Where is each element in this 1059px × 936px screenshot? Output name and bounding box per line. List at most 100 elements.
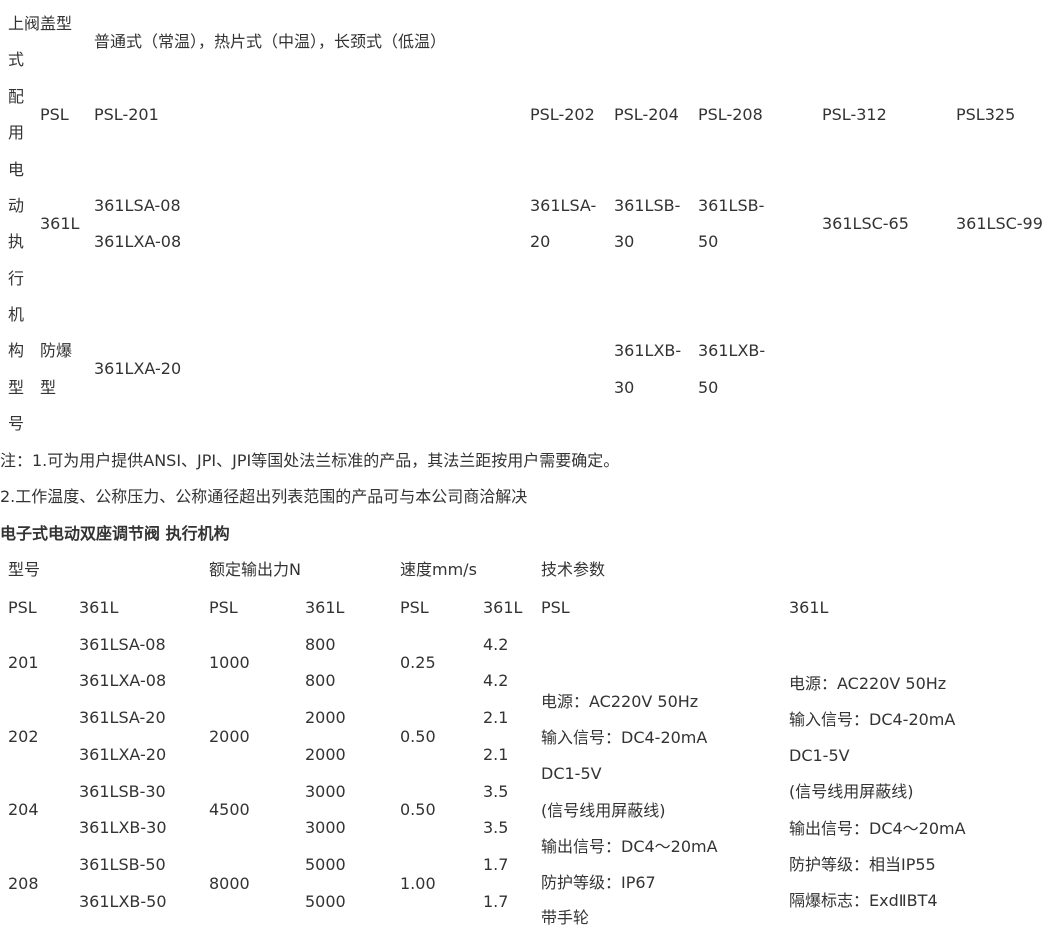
title-char: 执 [8, 232, 25, 251]
tech-line: 防护等级：相当IP55 [789, 855, 936, 874]
l361-model: 361LSB- [614, 196, 681, 215]
l361-model: 361LSA-08 [94, 196, 181, 215]
cell-speed-361: 3.5 [483, 818, 509, 837]
subheader: 361L [483, 598, 523, 617]
psl-label: PSL [40, 105, 69, 124]
cell-speed-psl: 0.50 [400, 800, 436, 819]
header-force: 额定输出力N [209, 560, 301, 579]
cell-speed-psl: 0.25 [400, 653, 436, 672]
explosion-model: 361LXB- [698, 341, 766, 360]
explosion-label: 型 [40, 378, 57, 397]
l361-model: 20 [530, 232, 551, 251]
explosion-model: 361LXB- [614, 341, 682, 360]
psl-model: PSL-201 [94, 105, 159, 124]
tech-line: DC1-5V [541, 764, 602, 783]
l361-model: 361LXA-08 [94, 232, 182, 251]
cell-model: 361LXB-50 [79, 892, 167, 911]
cell-force-361: 2000 [305, 745, 346, 764]
cell-model: 361LSA-08 [79, 635, 166, 654]
bonnet-types: 普通式（常温），热片式（中温），长颈式（低温） [94, 32, 447, 51]
title-char: 型 [8, 378, 25, 397]
subheader: 361L [79, 598, 119, 617]
cell-force-psl: 8000 [209, 874, 250, 893]
tech-line: 电源：AC220V 50Hz [789, 674, 947, 693]
l361-label: 361L [40, 214, 80, 233]
explosion-label: 防爆 [40, 341, 73, 360]
upper-title: 上阀盖型 [8, 14, 73, 33]
tech-line: 带手轮 [541, 908, 590, 927]
note-line: 2.工作温度、公称压力、公称通径超出列表范围的产品可与本公司商洽解决 [0, 487, 528, 506]
l361-model: 361LSA- [530, 196, 597, 215]
header-tech: 技术参数 [541, 560, 606, 579]
tech-line: 输入信号：DC4-20mA [789, 710, 956, 729]
cell-model: 361LSA-20 [79, 708, 166, 727]
psl-model: PSL-204 [614, 105, 679, 124]
title-char: 电 [8, 160, 25, 179]
subheader: PSL [400, 598, 429, 617]
cell-force-psl: 2000 [209, 727, 250, 746]
cell-model: 361LSB-50 [79, 855, 166, 874]
tech-line: DC1-5V [789, 746, 850, 765]
title-char: 式 [8, 50, 25, 69]
note-line: 注：1.可为用户提供ANSI、JPI、JPI等国处法兰标准的产品，其法兰距按用户… [0, 451, 620, 470]
tech-line: (信号线用屏蔽线) [789, 782, 914, 801]
cell-force-361: 5000 [305, 892, 346, 911]
cell-speed-361: 2.1 [483, 708, 509, 727]
explosion-model: 50 [698, 378, 719, 397]
cell-force-psl: 1000 [209, 653, 250, 672]
cell-model: 361LXA-20 [79, 745, 167, 764]
tech-line: 输出信号：DC4～20mA [541, 837, 718, 856]
explosion-model: 30 [614, 378, 635, 397]
subheader: PSL [8, 598, 37, 617]
cell-force-psl: 4500 [209, 800, 250, 819]
cell-model: 361LXB-30 [79, 818, 167, 837]
tech-line: 隔爆标志：ExdⅡBT4 [789, 891, 938, 910]
subheader: 361L [789, 598, 829, 617]
cell-force-361: 3000 [305, 782, 346, 801]
cell-speed-361: 4.2 [483, 635, 509, 654]
l361-model: 50 [698, 232, 719, 251]
subheader: PSL [209, 598, 238, 617]
psl-model: PSL-312 [822, 105, 887, 124]
cell-psl: 202 [8, 727, 39, 746]
psl-model: PSL-208 [698, 105, 763, 124]
tech-line: (信号线用屏蔽线) [541, 801, 666, 820]
tech-line: 输入信号：DC4-20mA [541, 728, 708, 747]
cell-force-361: 2000 [305, 708, 346, 727]
cell-speed-361: 1.7 [483, 855, 509, 874]
l361-model: 361LSB- [698, 196, 765, 215]
header-speed: 速度mm/s [400, 560, 477, 579]
title-char: 构 [8, 341, 25, 360]
title-char: 机 [8, 305, 25, 324]
cell-psl: 201 [8, 653, 39, 672]
cell-force-361: 3000 [305, 818, 346, 837]
tech-line: 输出信号：DC4～20mA [789, 819, 966, 838]
tech-line: 电源：AC220V 50Hz [541, 692, 699, 711]
title-char: 号 [8, 414, 25, 433]
cell-speed-361: 3.5 [483, 782, 509, 801]
tech-line: 防护等级：IP67 [541, 873, 656, 892]
l361-model: 361LSC-65 [822, 214, 909, 233]
cell-model: 361LXA-08 [79, 671, 167, 690]
l361-model: 361LSC-99 [956, 214, 1043, 233]
cell-speed-361: 2.1 [483, 745, 509, 764]
subheader: 361L [305, 598, 345, 617]
subheader: PSL [541, 598, 570, 617]
title-char: 用 [8, 123, 25, 142]
cell-speed-361: 1.7 [483, 892, 509, 911]
title-char: 动 [8, 196, 25, 215]
cell-speed-361: 4.2 [483, 671, 509, 690]
cell-force-361: 800 [305, 671, 336, 690]
header-model: 型号 [8, 560, 41, 579]
cell-psl: 204 [8, 800, 39, 819]
psl-model: PSL-202 [530, 105, 595, 124]
cell-speed-psl: 1.00 [400, 874, 436, 893]
cell-model: 361LSB-30 [79, 782, 166, 801]
cell-force-361: 800 [305, 635, 336, 654]
explosion-model: 361LXA-20 [94, 359, 182, 378]
section-title: 电子式电动双座调节阀 执行机构 [0, 524, 230, 543]
cell-speed-psl: 0.50 [400, 727, 436, 746]
title-char: 配 [8, 87, 25, 106]
title-char: 行 [8, 269, 25, 288]
l361-model: 30 [614, 232, 635, 251]
